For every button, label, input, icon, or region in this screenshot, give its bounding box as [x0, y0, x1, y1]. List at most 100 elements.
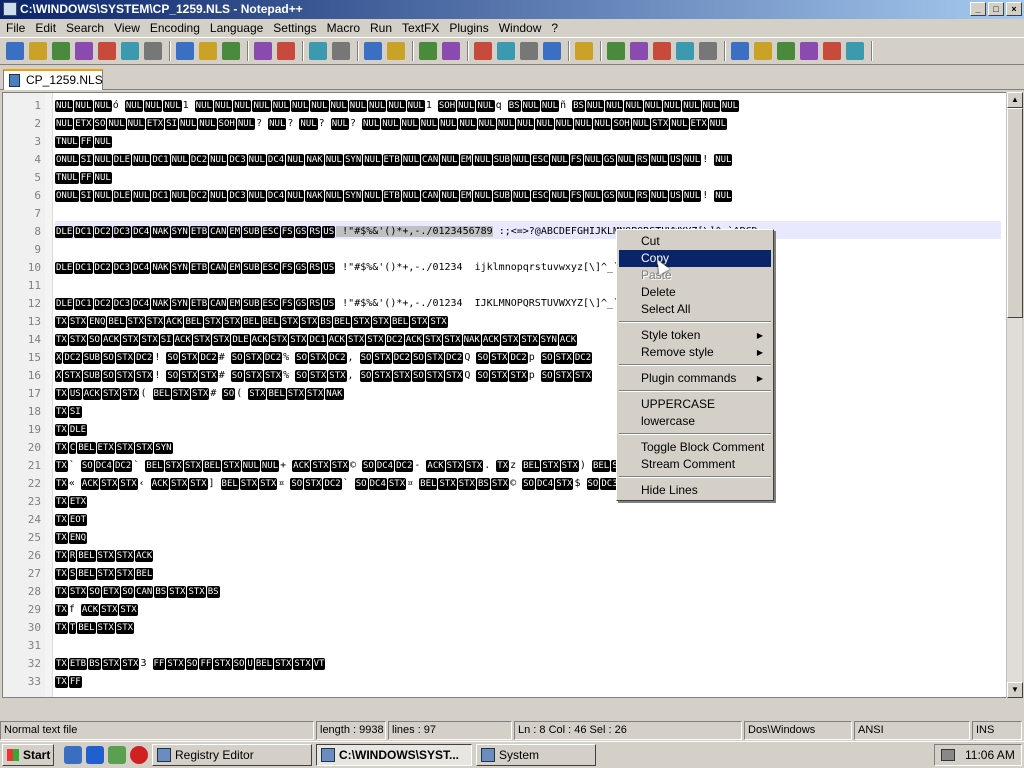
start-button[interactable]: Start	[2, 744, 54, 766]
menu-run[interactable]: Run	[366, 21, 398, 35]
menu-item-copy[interactable]: Copy	[619, 250, 771, 267]
line-number: 26	[27, 549, 41, 562]
control-char-token: DC1	[74, 262, 93, 274]
control-char-token: ETX	[145, 118, 165, 130]
menu-item-style-token[interactable]: Style token ▶	[619, 327, 771, 344]
control-char-token: TX	[55, 478, 68, 490]
minimize-button[interactable]: _	[970, 2, 986, 16]
maximize-button[interactable]: □	[988, 2, 1004, 16]
quicklaunch-ie-icon[interactable]	[86, 746, 104, 764]
menu-settings[interactable]: Settings	[269, 21, 322, 35]
menu-search[interactable]: Search	[62, 21, 110, 35]
new-folder-icon[interactable]	[800, 42, 818, 60]
text-token: ó	[112, 100, 119, 111]
menu-item-lowercase[interactable]: lowercase	[619, 413, 771, 430]
quicklaunch-opera-icon[interactable]	[130, 746, 148, 764]
zoom-out-icon[interactable]	[387, 42, 405, 60]
editor-area[interactable]: 1 2 3 4 5 6 7 8 9 10 11 12 13 14 15 16 17 18 19 20 21 22 23 24 2…	[2, 92, 1020, 698]
play-multi-icon[interactable]	[653, 42, 671, 60]
trim-icon[interactable]	[699, 42, 717, 60]
scroll-down-button[interactable]: ▼	[1007, 682, 1023, 698]
tab-bar: CP_1259.NLS	[0, 66, 1024, 90]
save-macro-icon[interactable]	[676, 42, 694, 60]
close-all-icon[interactable]	[121, 42, 139, 60]
control-char-token: SO	[166, 370, 180, 382]
redo-icon[interactable]	[277, 42, 295, 60]
menu-textfx[interactable]: TextFX	[398, 21, 445, 35]
new-file-icon[interactable]	[6, 42, 24, 60]
menu-help[interactable]: ?	[547, 21, 564, 35]
task-app-icon	[481, 748, 495, 762]
control-char-token: DC2	[445, 352, 464, 364]
paste-icon[interactable]	[222, 42, 240, 60]
control-char-token: STX	[289, 334, 308, 346]
vertical-scrollbar[interactable]: ▲ ▼	[1006, 92, 1023, 698]
taskbar-button[interactable]: C:\WINDOWS\SYST...	[316, 744, 472, 766]
control-char-token: ACK	[82, 388, 101, 400]
scroll-thumb[interactable]	[1007, 108, 1023, 318]
replace-icon[interactable]	[332, 42, 350, 60]
control-char-token: STX	[191, 388, 210, 400]
menu-item-select-all[interactable]: Select All	[619, 301, 771, 318]
cut-icon[interactable]	[176, 42, 194, 60]
word-wrap-icon[interactable]	[474, 42, 492, 60]
print-icon[interactable]	[144, 42, 162, 60]
menu-macro[interactable]: Macro	[323, 21, 366, 35]
taskbar-button[interactable]: Registry Editor	[152, 744, 312, 766]
down-icon[interactable]	[754, 42, 772, 60]
save-icon[interactable]	[52, 42, 70, 60]
control-char-token: FF	[199, 658, 213, 670]
menu-language[interactable]: Language	[206, 21, 269, 35]
user-lang-icon[interactable]	[543, 42, 561, 60]
sync-h-icon[interactable]	[442, 42, 460, 60]
code-line: TNUL FF NUL	[55, 169, 1001, 187]
menu-item-stream-comment[interactable]: Stream Comment	[619, 456, 771, 473]
scroll-up-button[interactable]: ▲	[1007, 92, 1023, 108]
stop-icon[interactable]	[607, 42, 625, 60]
menu-plugins[interactable]: Plugins	[445, 21, 494, 35]
undo-icon[interactable]	[254, 42, 272, 60]
menu-item-delete[interactable]: Delete	[619, 284, 771, 301]
control-char-token: GS	[602, 190, 616, 202]
control-char-token: SO	[222, 388, 236, 400]
menu-view[interactable]: View	[110, 21, 146, 35]
menu-edit[interactable]: Edit	[31, 21, 62, 35]
play-icon[interactable]	[630, 42, 648, 60]
quicklaunch-desktop-icon[interactable]	[64, 746, 82, 764]
save-all-icon[interactable]	[75, 42, 93, 60]
tray-monitor-icon[interactable]	[941, 749, 955, 761]
menu-encoding[interactable]: Encoding	[146, 21, 206, 35]
zoom-in-icon[interactable]	[364, 42, 382, 60]
up-icon[interactable]	[731, 42, 749, 60]
menu-item-cut[interactable]: Cut	[619, 233, 771, 250]
find-icon[interactable]	[309, 42, 327, 60]
control-char-token: NUL	[271, 100, 290, 112]
menu-item-plugin-commands[interactable]: Plugin commands ▶	[619, 370, 771, 387]
folder-icon[interactable]	[777, 42, 795, 60]
sync-v-icon[interactable]	[419, 42, 437, 60]
window-title: C:\WINDOWS\SYSTEM\CP_1259.NLS - Notepad+…	[20, 2, 303, 16]
control-char-token: STX	[96, 622, 115, 634]
menu-item-uppercase[interactable]: UPPERCASE	[619, 396, 771, 413]
taskbar-button[interactable]: System	[476, 744, 596, 766]
indent-guide-icon[interactable]	[520, 42, 538, 60]
control-char-token: NAK	[151, 262, 170, 274]
text-token: (	[140, 388, 147, 399]
menu-file[interactable]: File	[2, 21, 31, 35]
tab-cp1259[interactable]: CP_1259.NLS	[3, 69, 103, 90]
menu-item-hide-lines[interactable]: Hide Lines	[619, 482, 771, 499]
spell-icon[interactable]	[846, 42, 864, 60]
menu-item-toggle-block-comment[interactable]: Toggle Block Comment	[619, 439, 771, 456]
quicklaunch-network-icon[interactable]	[108, 746, 126, 764]
close-button[interactable]: ×	[1006, 2, 1022, 16]
text-token: ,	[347, 370, 354, 381]
copy-icon[interactable]	[199, 42, 217, 60]
menu-item-remove-style[interactable]: Remove style ▶	[619, 344, 771, 361]
open-icon[interactable]	[29, 42, 47, 60]
control-char-token: GS	[294, 262, 308, 274]
menu-window[interactable]: Window	[495, 21, 548, 35]
close-icon[interactable]	[98, 42, 116, 60]
show-all-icon[interactable]	[497, 42, 515, 60]
monitor-icon[interactable]	[823, 42, 841, 60]
record-icon[interactable]	[575, 42, 593, 60]
